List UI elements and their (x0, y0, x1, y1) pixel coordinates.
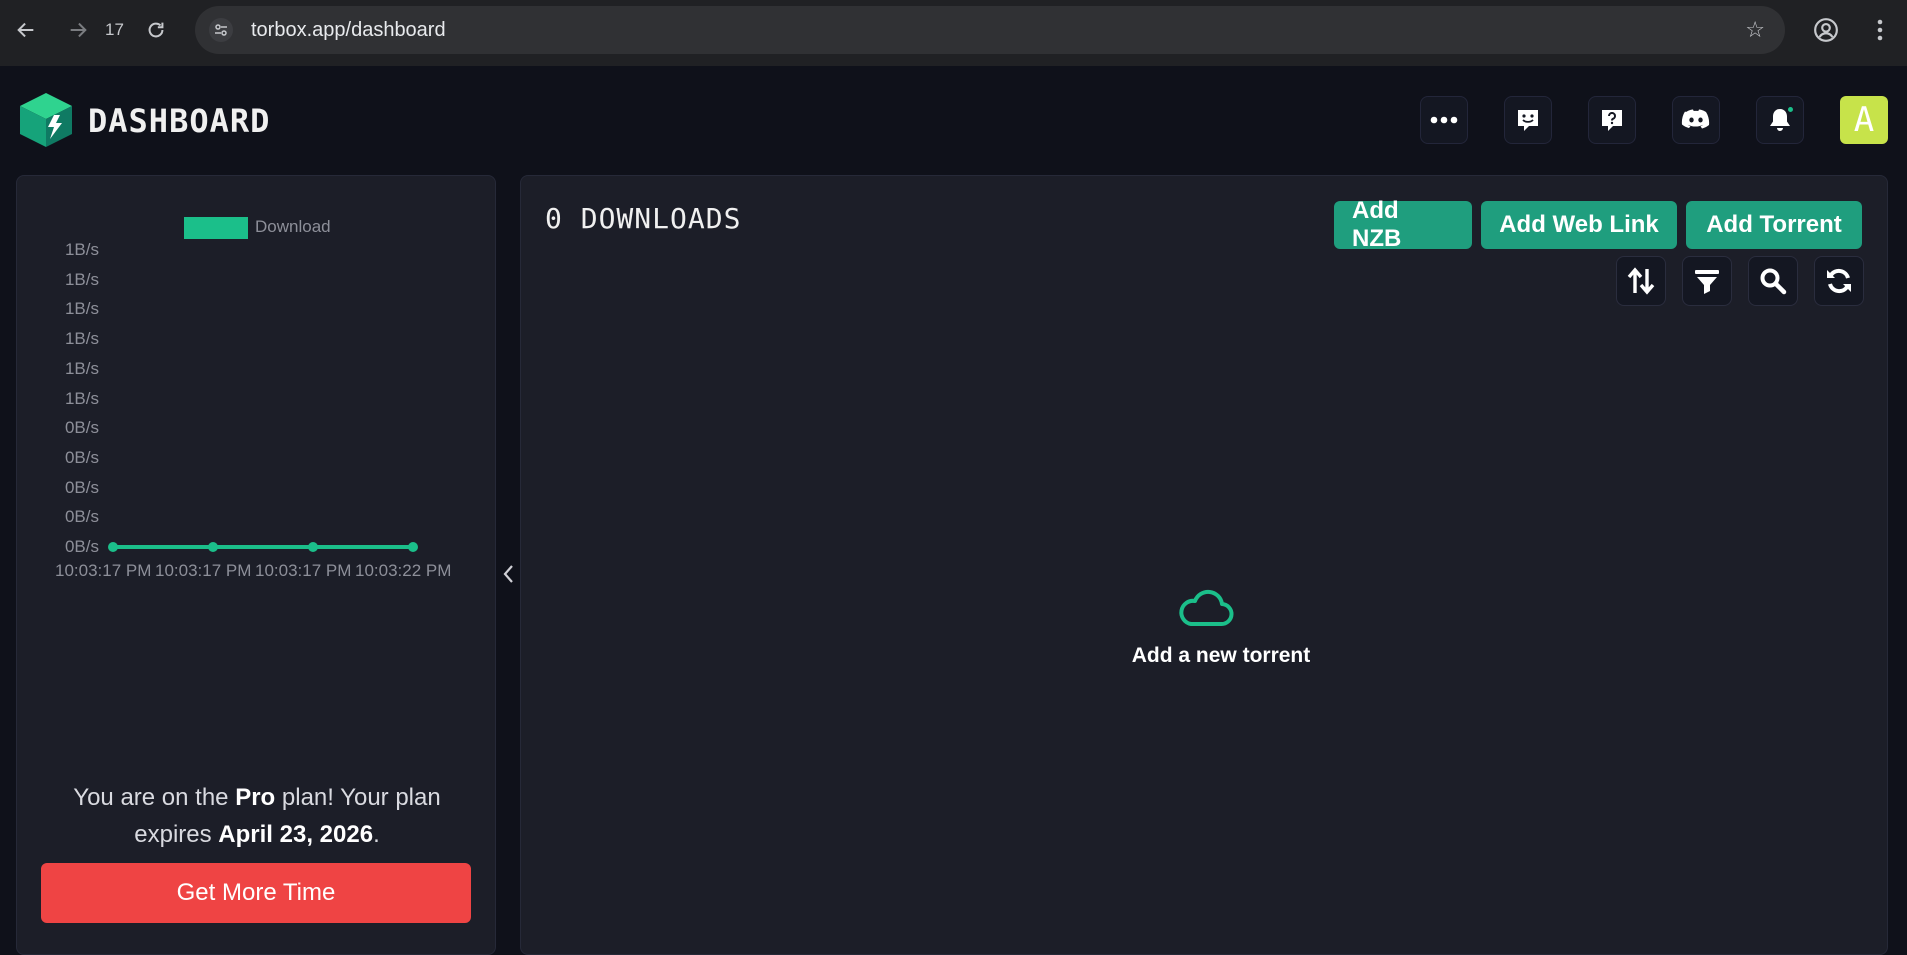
plan-name: Pro (235, 784, 276, 811)
plan-suffix: . (373, 821, 380, 848)
chevron-left-icon (503, 565, 513, 583)
avatar[interactable]: A (1840, 96, 1888, 144)
bookmark-star-icon[interactable]: ☆ (1745, 17, 1765, 43)
arrow-left-icon (17, 22, 34, 38)
x-tick-label: 10:03:17 PM (255, 561, 352, 580)
reload-button[interactable] (140, 14, 172, 46)
chat-smile-icon (1518, 110, 1538, 131)
browser-toolbar: 17 torbox.app/dashboard ☆ (0, 0, 1907, 66)
add-web-link-button[interactable]: Add Web Link (1481, 201, 1677, 249)
download-data-point[interactable] (308, 542, 318, 552)
plan-status-text: You are on the Pro plan! Your plan expir… (39, 779, 475, 853)
more-options-button[interactable] (1420, 96, 1468, 144)
ellipsis-icon (1430, 116, 1458, 124)
cloud-icon (1179, 589, 1234, 626)
refresh-button[interactable] (1814, 256, 1864, 306)
refresh-icon (1827, 268, 1851, 294)
url-text[interactable]: torbox.app/dashboard (251, 19, 446, 42)
get-more-time-button[interactable]: Get More Time (41, 863, 471, 923)
left-sidebar: Download 1B/s 1B/s 1B/s 1B/s 1B/s 1B/s 0B/s 0B/… (16, 175, 496, 955)
add-torrent-button[interactable]: Add Torrent (1686, 201, 1862, 249)
tab-count[interactable]: 17 (105, 20, 124, 40)
plan-expiry: April 23, 2026 (218, 821, 374, 848)
profile-button[interactable] (1810, 14, 1842, 46)
filter-icon (1695, 270, 1719, 294)
search-icon (1760, 268, 1787, 295)
x-tick-label: 10:03:17 PM (55, 561, 152, 580)
collapse-sidebar-button[interactable] (498, 558, 518, 590)
download-data-point[interactable] (108, 542, 118, 552)
torbox-logo-icon[interactable] (18, 91, 74, 149)
sort-button[interactable] (1616, 256, 1666, 306)
forward-button[interactable] (62, 14, 94, 46)
notification-badge (1786, 105, 1795, 114)
support-button[interactable] (1588, 96, 1636, 144)
sort-arrows-icon (1627, 267, 1655, 295)
help-bubble-icon (1602, 110, 1622, 131)
plan-prefix: You are on the (73, 784, 236, 811)
add-nzb-button[interactable]: Add NZB (1334, 197, 1472, 252)
downloads-panel: 0 DOWNLOADS Add NZB Add Web Link Add Tor… (520, 175, 1888, 955)
download-speed-chart (108, 542, 418, 552)
back-button[interactable] (10, 14, 42, 46)
profile-icon (1814, 18, 1838, 42)
arrow-right-icon (70, 22, 87, 38)
browser-menu-button[interactable] (1864, 14, 1896, 46)
page-title: DASHBOARD (88, 102, 271, 140)
x-tick-label: 10:03:22 PM (355, 561, 452, 580)
downloads-count-title: 0 DOWNLOADS (545, 202, 742, 235)
app-header: DASHBOARD A (0, 66, 1907, 174)
avatar-letter: A (1853, 100, 1875, 140)
site-info-icon[interactable] (209, 18, 233, 42)
feedback-button[interactable] (1504, 96, 1552, 144)
download-data-point[interactable] (408, 542, 418, 552)
notifications-button[interactable] (1756, 96, 1804, 144)
empty-state-text: Add a new torrent (1131, 644, 1311, 667)
kebab-menu-icon (1877, 19, 1883, 41)
x-tick-label: 10:03:17 PM (155, 561, 252, 580)
discord-icon (1681, 109, 1710, 129)
search-button[interactable] (1748, 256, 1798, 306)
discord-button[interactable] (1672, 96, 1720, 144)
download-data-point[interactable] (208, 542, 218, 552)
address-bar[interactable]: torbox.app/dashboard ☆ (195, 6, 1785, 54)
filter-button[interactable] (1682, 256, 1732, 306)
reload-icon (148, 22, 164, 38)
